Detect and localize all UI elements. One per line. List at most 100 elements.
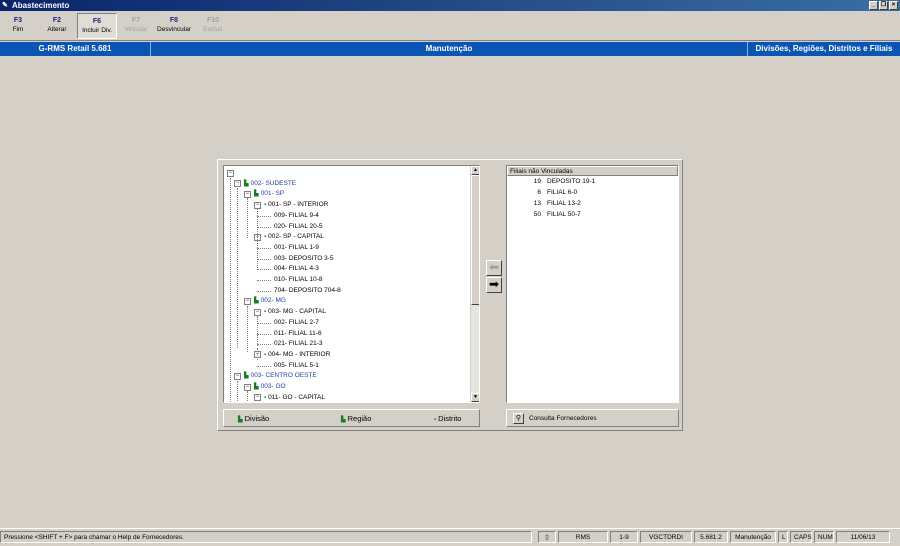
distrito-icon: ▪: [264, 202, 267, 209]
regiao-icon: ▙: [254, 298, 259, 305]
tree-node[interactable]: 010- FILIAL 10-8: [274, 275, 323, 285]
tree-node[interactable]: 005- FILIAL 5-1: [274, 361, 319, 371]
tree-expander-icon[interactable]: −: [234, 180, 241, 188]
list-item[interactable]: 19 DEPOSITO 19-1: [507, 176, 678, 187]
desvincular-button[interactable]: F8 Desvincular: [154, 13, 194, 39]
tree-connector: [257, 215, 271, 217]
tree-connector: [257, 290, 271, 292]
alterar-button[interactable]: F2 Alterar: [42, 13, 72, 39]
list-item[interactable]: 6 FILIAL 6-0: [507, 187, 678, 198]
tree-node[interactable]: 021- FILIAL 21-3: [274, 339, 323, 349]
tree-node[interactable]: ▪ 004- MG - INTERIOR: [264, 350, 330, 360]
distrito-icon: ▪: [264, 234, 267, 241]
tree-expander-icon[interactable]: −: [254, 394, 261, 402]
tree-node[interactable]: ▙ 002- SUDESTE: [244, 179, 296, 189]
move-right-arrow-icon[interactable]: ➡: [486, 277, 502, 293]
tree-node-label: 003- CENTRO OESTE: [250, 372, 317, 380]
tree-expander-icon[interactable]: −: [234, 372, 241, 380]
tree-connector: [247, 306, 248, 352]
tree-connector: [257, 258, 271, 260]
tree-node-label: 004- MG - INTERIOR: [268, 350, 331, 358]
tree-node[interactable]: 003- DEPOSITO 3-5: [274, 254, 334, 264]
tree-node-label: 704- DEPOSITO 704-8: [274, 286, 341, 294]
close-button[interactable]: ×: [889, 1, 898, 10]
main-panel: − − ▙ 002- SUDESTE − ▙ 001- SP − ▪ 001- SP - INTE…: [217, 159, 683, 431]
tree-node[interactable]: 704- DEPOSITO 704-8: [274, 286, 341, 296]
tree-node-label: 003- DEPOSITO 3-5: [274, 254, 334, 262]
tree-node-label: 005- FILIAL 5-1: [274, 361, 319, 369]
tree-node[interactable]: 002- FILIAL 2-7: [274, 318, 319, 328]
vincular-button[interactable]: F7 Vincular: [121, 13, 151, 39]
divisao-icon: ▙: [244, 180, 249, 187]
status-user: RMS: [558, 531, 608, 543]
tree-node[interactable]: 011- FILIAL 11-6: [274, 329, 322, 339]
regiao-icon: ▙: [254, 191, 259, 198]
tree-node[interactable]: ▪ 001- SP - INTERIOR: [264, 200, 328, 210]
excluir-button[interactable]: F10 Excluir: [198, 13, 228, 39]
tree-scrollbar[interactable]: ▲ ▼: [470, 166, 479, 402]
tree-expander-icon[interactable]: −: [254, 308, 261, 316]
tree-expander-icon[interactable]: −: [244, 297, 251, 305]
fim-button[interactable]: F3 Fim: [6, 13, 30, 39]
tree-node[interactable]: 020- FILIAL 20-5: [274, 222, 323, 232]
tree-expander-icon[interactable]: −: [244, 383, 251, 391]
tree-node-label: 002- MG: [260, 297, 286, 305]
consulta-fornecedores-button[interactable]: Consulta Fornecedores: [529, 413, 597, 425]
tree-connector: [237, 381, 238, 402]
window-titlebar: ✎ Abastecimento _ ❐ ×: [0, 0, 900, 11]
list-item[interactable]: 50 FILIAL 50-7: [507, 209, 678, 220]
incluir-div-button[interactable]: F6 Incluir Div.: [77, 13, 117, 39]
tree-expander-icon[interactable]: −: [227, 169, 234, 177]
tree-actions-bar: ▙ Divisão ▙ Região ▪ Distrito: [223, 409, 480, 427]
tree-node[interactable]: 004- FILIAL 4-3: [274, 264, 319, 274]
transfer-buttons: ⬅ ➡: [486, 260, 504, 294]
app-icon: ✎: [2, 2, 8, 9]
distrito-icon: ▪: [264, 351, 267, 358]
scroll-up-button[interactable]: ▲: [471, 166, 479, 175]
tree-connector: [247, 198, 248, 238]
list-actions-bar: ⚲ Consulta Fornecedores: [506, 409, 679, 427]
status-l: L: [778, 531, 788, 543]
divisao-icon: ▙: [244, 373, 249, 380]
tree-node-label: 002- FILIAL 2-7: [274, 318, 319, 326]
tree-node[interactable]: ▙ 002- MG: [254, 296, 286, 306]
window-title: Abastecimento: [12, 1, 70, 10]
move-left-arrow-icon[interactable]: ⬅: [486, 260, 502, 276]
list-item[interactable]: 13 FILIAL 13-2: [507, 198, 678, 209]
regiao-button[interactable]: ▙ Região: [341, 413, 371, 425]
distrito-icon: ▪: [434, 417, 437, 423]
status-num: NUM: [814, 531, 834, 543]
tree-node-label: 003- GO: [260, 383, 286, 390]
scroll-down-button[interactable]: ▼: [471, 393, 479, 402]
tree-connector: [257, 226, 271, 228]
tree-node[interactable]: ▪ 011- GO - CAPITAL: [264, 393, 325, 402]
regiao-icon: ▙: [341, 417, 346, 423]
tree-node[interactable]: ▙ 003- CENTRO OESTE: [244, 371, 317, 381]
unlinked-branches-list[interactable]: Filiais não Vinculadas 19 DEPOSITO 19-1 …: [506, 165, 679, 403]
tree-node[interactable]: ▪ 003- MG - CAPITAL: [264, 307, 326, 317]
tree-expander-icon[interactable]: −: [244, 190, 251, 198]
app-name: G-RMS Retail 5.681: [0, 42, 151, 56]
distrito-button[interactable]: ▪ Distrito: [434, 413, 461, 425]
status-program: VGCTDRDI: [640, 531, 692, 543]
tree-node[interactable]: ▪ 002- SP - CAPITAL: [264, 232, 324, 242]
binoculars-icon[interactable]: ⚲: [513, 413, 524, 424]
tree-node-label: 004- FILIAL 4-3: [274, 265, 319, 273]
tree-connector: [237, 188, 238, 348]
tree-connector: [247, 391, 248, 402]
restore-button[interactable]: ❐: [879, 1, 888, 10]
status-version: 5.681.2: [694, 531, 728, 543]
tree-node[interactable]: 001- FILIAL 1-9: [274, 243, 319, 253]
tree-node-label: 002- SUDESTE: [250, 179, 297, 187]
hierarchy-tree[interactable]: − − ▙ 002- SUDESTE − ▙ 001- SP − ▪ 001- SP - INTE…: [223, 165, 480, 403]
tree-node[interactable]: 009- FILIAL 9-4: [274, 211, 319, 221]
tree-connector: [257, 316, 258, 346]
list-header: Filiais não Vinculadas: [507, 166, 678, 176]
scroll-thumb[interactable]: [471, 175, 479, 305]
minimize-button[interactable]: _: [869, 1, 878, 10]
status-message: Pressione <SHIFT + F> para chamar o Help…: [0, 531, 532, 543]
tree-node[interactable]: ▙ 001- SP: [254, 189, 284, 199]
tree-node[interactable]: ▙ 003- GO: [254, 382, 286, 392]
tree-connector: [257, 348, 258, 360]
divisao-button[interactable]: ▙ Divisão: [238, 413, 269, 425]
